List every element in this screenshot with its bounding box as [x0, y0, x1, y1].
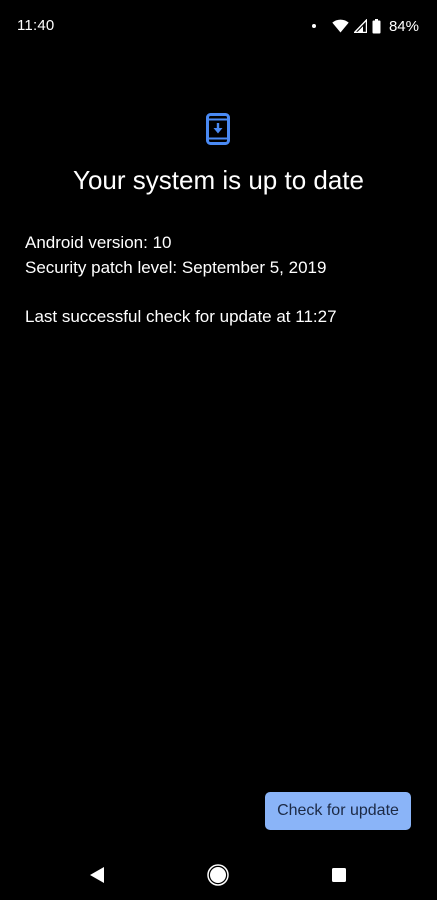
battery-percent: 84%: [388, 17, 419, 35]
status-icons: 84%: [311, 16, 419, 36]
back-icon: [90, 867, 104, 883]
status-bar: 11:40 84%: [0, 0, 437, 50]
check-for-update-button[interactable]: Check for update: [265, 792, 411, 830]
status-time: 11:40: [17, 17, 55, 34]
recents-icon: [332, 868, 346, 882]
system-update-icon: [206, 113, 230, 145]
home-button[interactable]: [205, 862, 231, 888]
wifi-icon: [332, 19, 349, 33]
back-button[interactable]: [84, 862, 110, 888]
last-update-check: Last successful check for update at 11:2…: [25, 307, 337, 326]
security-patch-level: Security patch level: September 5, 2019: [25, 258, 327, 277]
navigation-bar: [0, 850, 437, 900]
page-title: Your system is up to date: [73, 165, 364, 195]
battery-icon: [372, 18, 381, 33]
notification-dot-icon: [311, 24, 316, 28]
home-icon: [207, 864, 229, 886]
android-version: Android version: 10: [25, 233, 172, 252]
recents-button[interactable]: [326, 862, 352, 888]
cell-signal-icon: [353, 19, 367, 33]
